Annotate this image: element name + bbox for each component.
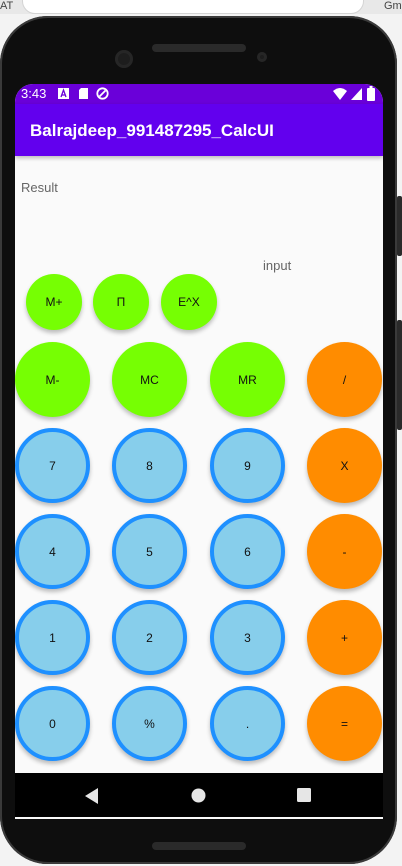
browser-tab-fragment: AT: [0, 0, 14, 12]
digit-2-button[interactable]: 2: [112, 600, 187, 675]
earpiece-speaker: [152, 44, 246, 52]
digit-8-button[interactable]: 8: [112, 428, 187, 503]
notification-a-icon: [58, 88, 69, 99]
digit-1-button[interactable]: 1: [15, 600, 90, 675]
digit-6-button[interactable]: 6: [210, 514, 285, 589]
browser-toolbar: AT Gm: [0, 0, 402, 14]
digit-4-button[interactable]: 4: [15, 514, 90, 589]
sensor: [257, 52, 267, 62]
app-bar: Balrajdeep_991487295_CalcUI: [15, 104, 383, 156]
digit-0-button[interactable]: 0: [15, 686, 90, 761]
result-display: Result: [21, 180, 58, 195]
app-title: Balrajdeep_991487295_CalcUI: [30, 121, 274, 140]
digit-5-button[interactable]: 5: [112, 514, 187, 589]
sd-card-icon: [79, 88, 88, 99]
mr-button[interactable]: MR: [210, 342, 285, 417]
wifi-icon: [333, 88, 347, 100]
system-navigation-bar: [15, 773, 383, 817]
status-time: 3:43: [21, 86, 47, 101]
home-icon[interactable]: [191, 788, 206, 803]
pi-button[interactable]: Π: [93, 274, 149, 330]
app-screen: 3:43 Balrajdeep_991487295_CalcUI Result …: [15, 84, 383, 819]
status-bar: 3:43: [15, 84, 383, 104]
browser-tab-fragment-right: Gm: [384, 0, 402, 12]
digit-3-button[interactable]: 3: [210, 600, 285, 675]
multiply-button[interactable]: X: [307, 428, 382, 503]
front-camera: [115, 50, 133, 68]
recents-icon[interactable]: [297, 788, 311, 802]
bottom-speaker: [152, 842, 246, 850]
divide-button[interactable]: /: [307, 342, 382, 417]
battery-icon: [367, 86, 375, 101]
digit-7-button[interactable]: 7: [15, 428, 90, 503]
add-button[interactable]: +: [307, 600, 382, 675]
power-button: [397, 320, 402, 430]
mc-button[interactable]: MC: [112, 342, 187, 417]
m-plus-button[interactable]: M+: [26, 274, 82, 330]
browser-address-bar[interactable]: [22, 0, 364, 14]
subtract-button[interactable]: -: [307, 514, 382, 589]
m-minus-button[interactable]: M-: [15, 342, 90, 417]
decimal-button[interactable]: .: [210, 686, 285, 761]
volume-button: [397, 196, 402, 256]
percent-button[interactable]: %: [112, 686, 187, 761]
input-display: input: [263, 258, 292, 273]
cell-signal-icon: [351, 88, 362, 100]
exp-button[interactable]: E^X: [161, 274, 217, 330]
sync-icon: [96, 87, 109, 100]
digit-9-button[interactable]: 9: [210, 428, 285, 503]
equals-button[interactable]: =: [307, 686, 382, 761]
back-icon[interactable]: [85, 788, 99, 804]
